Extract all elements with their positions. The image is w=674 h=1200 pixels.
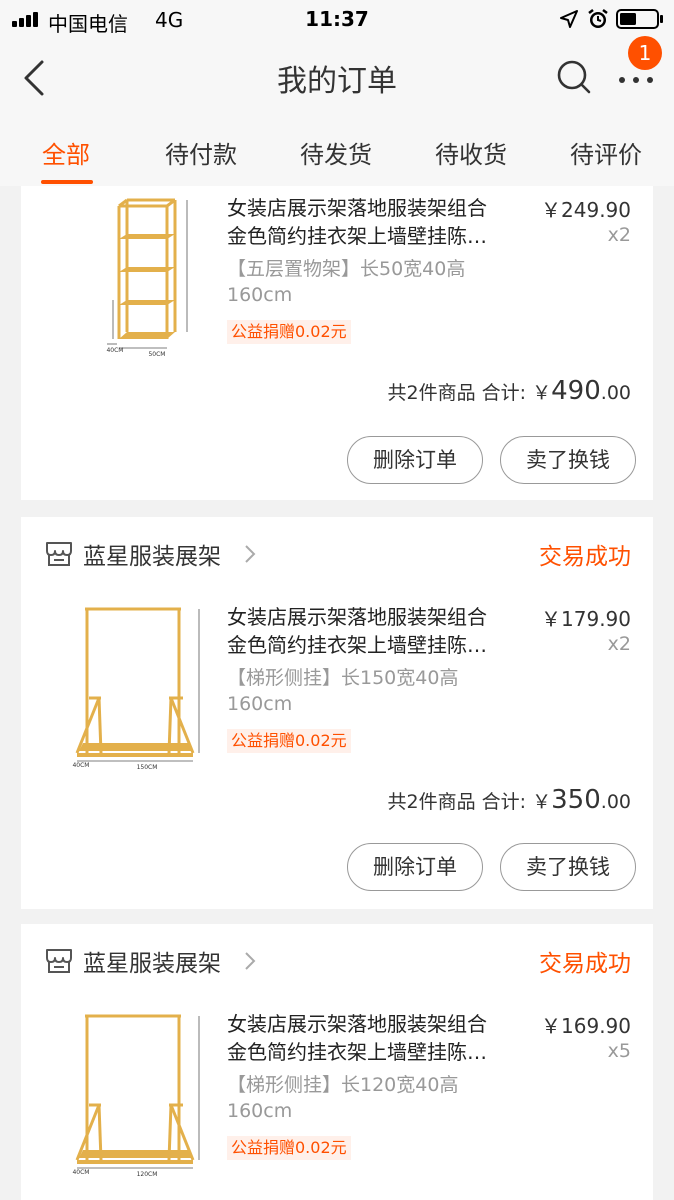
chevron-right-icon: [245, 952, 256, 970]
order-total: 共2件商品 合计: ￥350.00: [388, 785, 631, 815]
thumb-width-label: 50CM: [148, 351, 165, 358]
total-amount: 490: [551, 376, 601, 406]
item-quantity: x2: [607, 224, 631, 246]
order-item[interactable]: 120CM 40CM 女装店展示架落地服装架组合 金色简约挂衣架上墙壁挂陈… 【…: [21, 1010, 653, 1180]
shop-icon: [46, 542, 72, 566]
order-item[interactable]: 50CM 40CM 女装店展示架落地服装架组合 金色简约挂衣架上墙壁挂陈… 【五…: [21, 194, 653, 364]
item-price: ￥249.90: [541, 198, 631, 222]
product-thumbnail[interactable]: 50CM 40CM: [71, 194, 211, 364]
item-price: ￥179.90: [541, 607, 631, 631]
active-tab-indicator: [41, 180, 93, 184]
order-status: 交易成功: [539, 951, 631, 977]
notification-badge: 1: [628, 36, 662, 70]
tab-all[interactable]: 全部: [42, 135, 90, 170]
shop-header[interactable]: 蓝星服装展架 交易成功: [21, 924, 653, 996]
shop-header[interactable]: 蓝星服装展架 交易成功: [21, 517, 653, 589]
product-title[interactable]: 女装店展示架落地服装架组合 金色简约挂衣架上墙壁挂陈…: [227, 194, 522, 250]
charity-tag: 公益捐赠0.02元: [227, 1136, 351, 1160]
thumb-depth-label: 40CM: [72, 762, 89, 769]
product-sku: 【梯形侧挂】长150宽40高160cm: [227, 667, 459, 715]
item-price: ￥169.90: [541, 1014, 631, 1038]
battery-icon: [616, 9, 663, 29]
product-thumbnail[interactable]: 150CM 40CM: [71, 603, 211, 773]
tab-pending-review[interactable]: 待评价: [570, 135, 642, 170]
thumb-width-label: 150CM: [137, 764, 158, 771]
item-quantity: x5: [607, 1040, 631, 1062]
thumb-width-label: 120CM: [137, 1171, 158, 1178]
thumb-depth-label: 40CM: [72, 1169, 89, 1176]
currency-symbol: ￥: [532, 791, 552, 813]
total-amount-decimal: .00: [600, 382, 631, 404]
tab-pending-receipt[interactable]: 待收货: [435, 135, 507, 170]
nav-header: 我的订单 1: [0, 36, 674, 118]
resell-button[interactable]: 卖了换钱: [500, 843, 636, 891]
charity-tag: 公益捐赠0.02元: [227, 320, 351, 344]
tab-pending-shipment[interactable]: 待发货: [300, 135, 372, 170]
chevron-right-icon: [245, 545, 256, 563]
delete-order-button[interactable]: 删除订单: [347, 843, 483, 891]
shop-name[interactable]: 蓝星服装展架: [83, 537, 221, 571]
more-dots-icon: [619, 77, 625, 83]
status-bar: 中国电信 4G 11:37: [0, 0, 674, 38]
tab-pending-payment[interactable]: 待付款: [165, 135, 237, 170]
total-amount: 350: [551, 785, 601, 815]
shop-icon: [46, 949, 72, 973]
product-sku: 【五层置物架】长50宽40高160cm: [227, 258, 466, 306]
search-icon[interactable]: [555, 58, 593, 96]
product-title[interactable]: 女装店展示架落地服装架组合 金色简约挂衣架上墙壁挂陈…: [227, 1010, 522, 1066]
charity-tag: 公益捐赠0.02元: [227, 729, 351, 753]
shop-name[interactable]: 蓝星服装展架: [83, 944, 221, 978]
order-tabs: 全部 待付款 待发货 待收货 待评价: [0, 118, 674, 186]
product-title[interactable]: 女装店展示架落地服装架组合 金色简约挂衣架上墙壁挂陈…: [227, 603, 522, 659]
location-arrow-icon: [560, 10, 578, 28]
total-label: 合计:: [481, 791, 527, 813]
alarm-icon: [588, 9, 608, 28]
order-list: 50CM 40CM 女装店展示架落地服装架组合 金色简约挂衣架上墙壁挂陈… 【五…: [0, 186, 674, 1200]
item-quantity: x2: [607, 633, 631, 655]
delete-order-button[interactable]: 删除订单: [347, 436, 483, 484]
total-amount-decimal: .00: [600, 791, 631, 813]
resell-button[interactable]: 卖了换钱: [500, 436, 636, 484]
order-card: 50CM 40CM 女装店展示架落地服装架组合 金色简约挂衣架上墙壁挂陈… 【五…: [21, 186, 653, 500]
item-count: 共2件商品: [387, 791, 476, 813]
order-item[interactable]: 150CM 40CM 女装店展示架落地服装架组合 金色简约挂衣架上墙壁挂陈… 【…: [21, 603, 653, 773]
order-status: 交易成功: [539, 544, 631, 570]
order-total: 共2件商品 合计: ￥490.00: [388, 376, 631, 406]
order-card: 蓝星服装展架 交易成功: [21, 517, 653, 909]
product-thumbnail[interactable]: 120CM 40CM: [71, 1010, 211, 1180]
order-card: 蓝星服装展架 交易成功: [21, 924, 653, 1200]
product-sku: 【梯形侧挂】长120宽40高160cm: [227, 1074, 459, 1122]
total-label: 合计:: [481, 382, 527, 404]
item-count: 共2件商品: [387, 382, 476, 404]
currency-symbol: ￥: [532, 382, 552, 404]
thumb-depth-label: 40CM: [106, 347, 123, 354]
